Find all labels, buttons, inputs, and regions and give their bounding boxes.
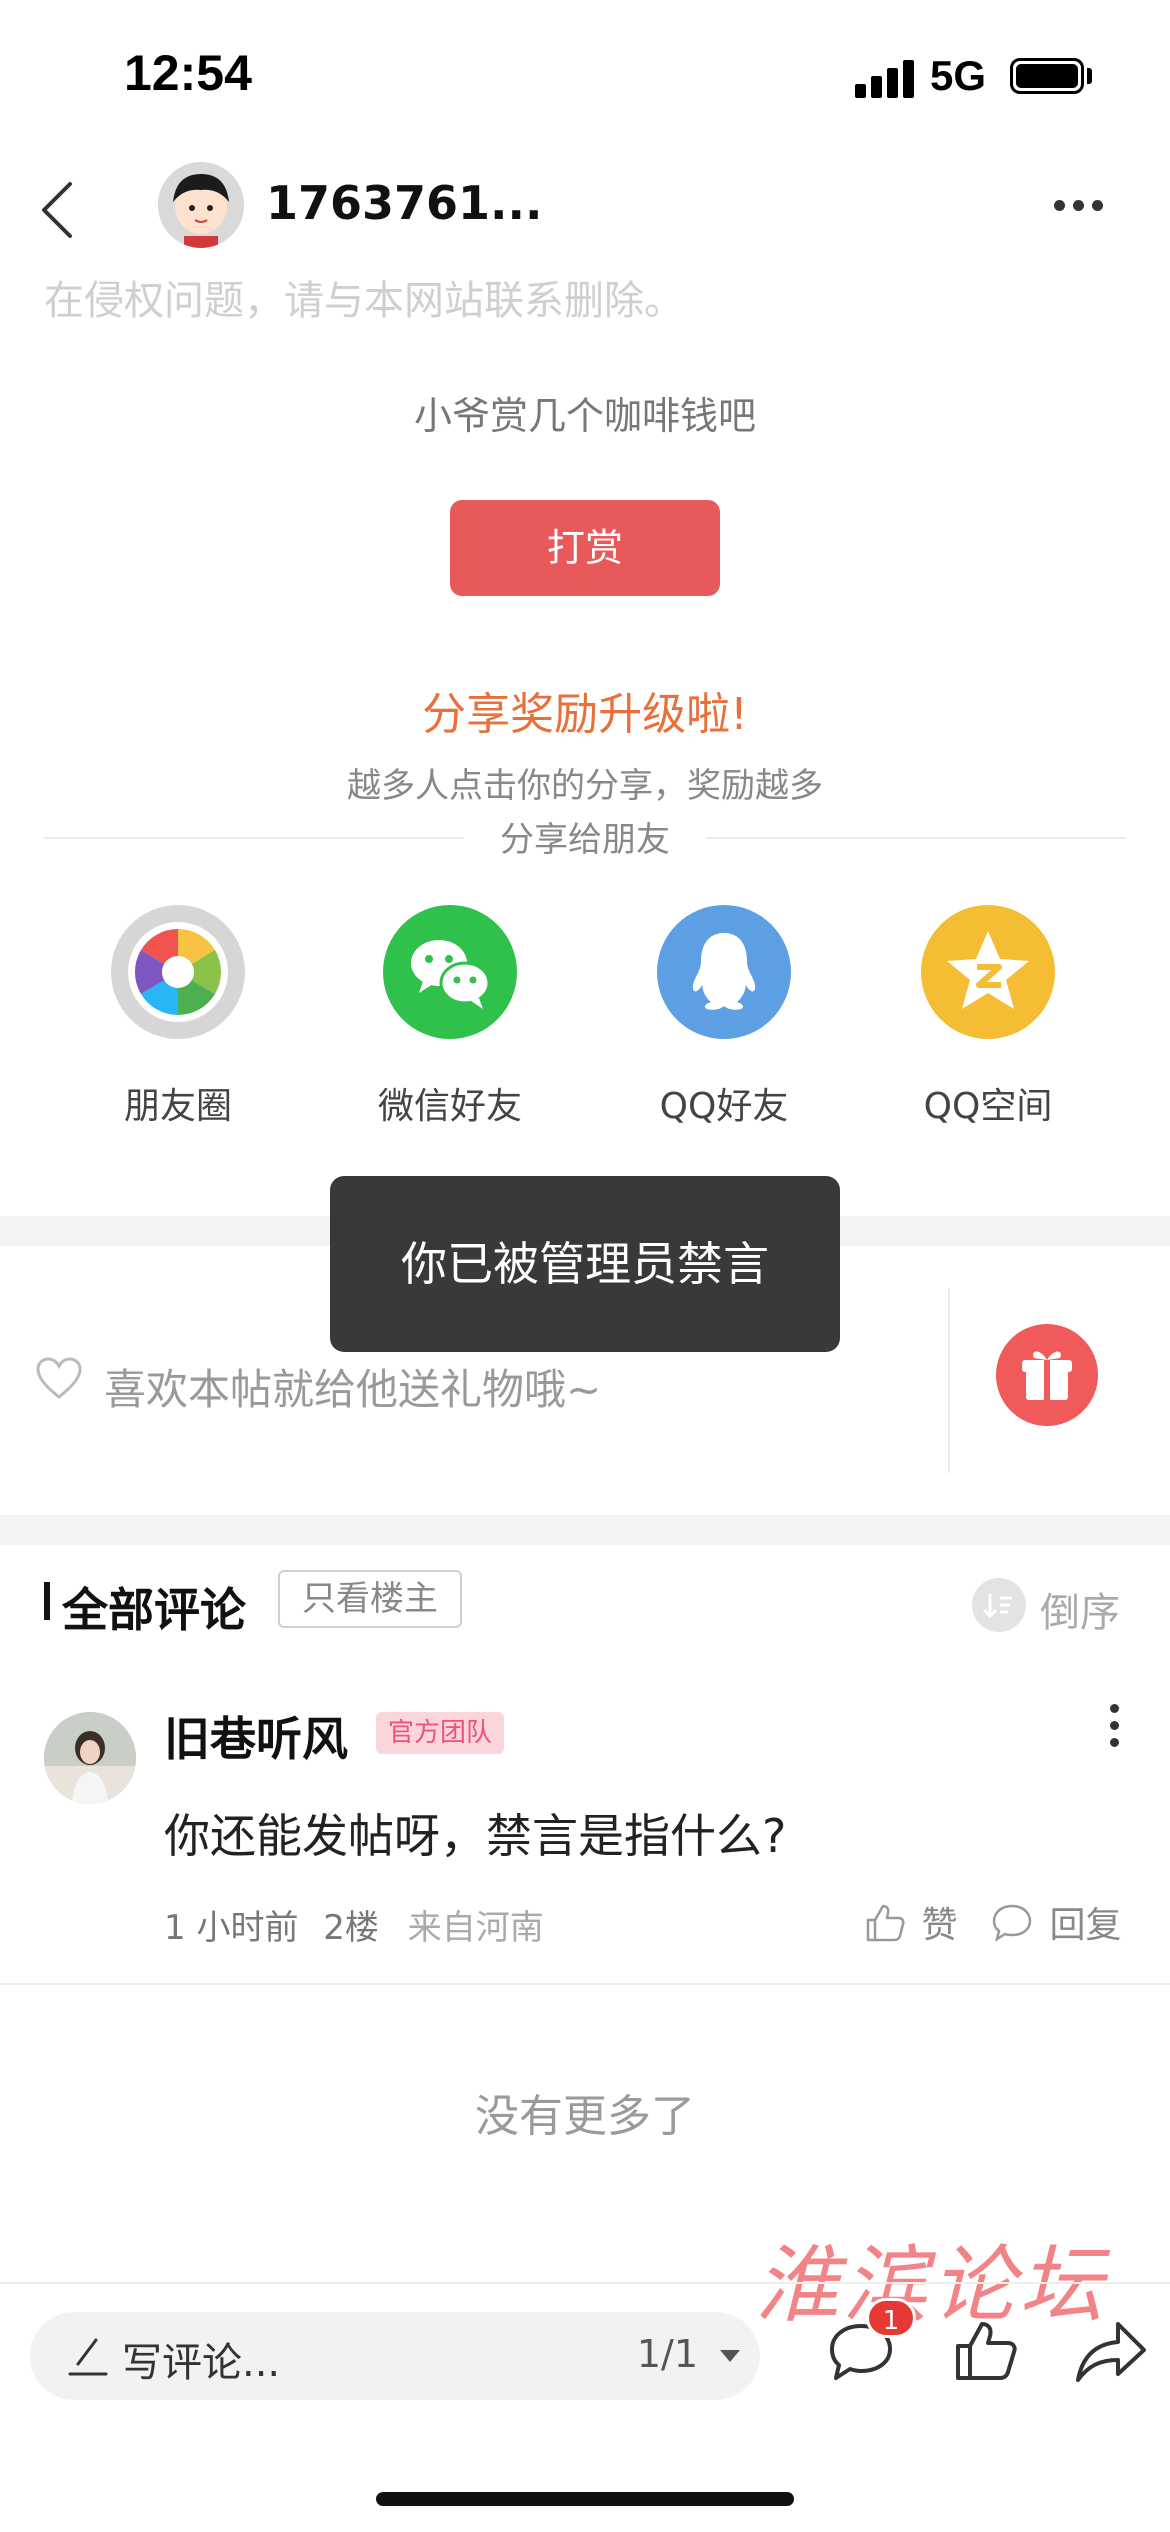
tip-prompt: 小爷赏几个咖啡钱吧 (413, 394, 756, 438)
comment-time: 1 小时前 (164, 1908, 299, 1948)
tip-button[interactable]: 打赏 (450, 500, 720, 596)
author-username[interactable]: 1763761... (266, 176, 542, 230)
moments-icon (111, 905, 245, 1039)
comment-like-label: 赞 (921, 1905, 958, 1946)
thumbs-up-icon[interactable] (950, 2316, 1020, 2386)
comments-title: 全部评论 (62, 1583, 246, 1637)
post-text-fragment: 在侵权问题，请与本网站联系删除。 (44, 278, 684, 324)
forum-watermark: 淮滨论坛 (755, 2236, 1108, 2334)
qzone-icon (921, 905, 1055, 1039)
reply-bubble-icon (992, 1904, 1032, 1942)
comment-divider (0, 1983, 1170, 1985)
status-time: 12:54 (124, 45, 252, 101)
gift-icon (1022, 1351, 1072, 1400)
commenter-avatar[interactable] (44, 1712, 136, 1804)
comment-reply-label: 回复 (1049, 1905, 1122, 1946)
gift-prompt[interactable]: 喜欢本帖就给他送礼物哦~ (104, 1356, 601, 1417)
wechat-icon (383, 905, 517, 1039)
share-qzone-label: QQ空间 (923, 1086, 1053, 1127)
commenter-name[interactable]: 旧巷听风 (164, 1703, 348, 1769)
share-wechat-label: 微信好友 (377, 1086, 522, 1127)
thumbs-up-icon (866, 1904, 905, 1942)
share-reward-title: 分享奖励升级啦! (422, 689, 748, 740)
comment-more-vertical-icon[interactable] (1110, 1704, 1120, 1748)
gift-divider (948, 1288, 950, 1473)
cartoon-avatar-icon (158, 162, 244, 248)
share-moments-label: 朋友圈 (123, 1086, 232, 1127)
back-chevron-icon[interactable] (36, 180, 80, 240)
sort-label[interactable]: 倒序 (1040, 1580, 1120, 1638)
only-op-toggle[interactable]: 只看楼主 (278, 1570, 462, 1628)
comment-reply-button[interactable]: 回复 (990, 1896, 1121, 1946)
share-qzone-button[interactable]: QQ空间 (878, 905, 1098, 1129)
comment-location: 来自河南 (407, 1908, 544, 1948)
muted-toast: 你已被管理员禁言 (330, 1176, 840, 1352)
cellular-signal-icon (855, 58, 915, 98)
share-wechat-button[interactable]: 微信好友 (340, 905, 560, 1129)
comment-text: 你还能发帖呀，禁言是指什么? (164, 1809, 787, 1863)
photo-avatar-icon (44, 1712, 136, 1804)
share-qq-label: QQ好友 (659, 1086, 789, 1127)
qq-icon (657, 905, 791, 1039)
bottom-bar-divider (0, 2282, 1170, 2284)
battery-tip (1087, 68, 1092, 84)
caret-down-icon[interactable] (720, 2350, 740, 2362)
write-comment-placeholder: 写评论... (122, 2340, 281, 2386)
battery-icon (1010, 58, 1084, 94)
comment-meta: 1 小时前 2楼 来自河南 (164, 1900, 544, 1949)
write-comment-input[interactable]: 写评论... 1/1 (30, 2312, 760, 2400)
share-reward-subtitle: 越多人点击你的分享，奖励越多 (347, 766, 823, 806)
page-indicator[interactable]: 1/1 (637, 2332, 698, 2376)
share-arrow-icon[interactable] (1074, 2318, 1148, 2384)
comment-count-badge: 1 (866, 2298, 916, 2338)
author-avatar[interactable] (158, 162, 244, 248)
no-more-label: 没有更多了 (475, 2091, 695, 2142)
comment-like-button[interactable]: 赞 (862, 1896, 957, 1946)
network-type: 5G (930, 52, 987, 99)
comment-floor: 2楼 (323, 1908, 379, 1948)
heart-outline-icon (36, 1357, 82, 1399)
section-separator (0, 1515, 1170, 1545)
sort-icon[interactable] (972, 1578, 1026, 1632)
share-moments-button[interactable]: 朋友圈 (68, 905, 288, 1129)
home-indicator (376, 2492, 794, 2506)
share-to-friends-label: 分享给朋友 (500, 820, 670, 860)
gift-button[interactable] (996, 1324, 1098, 1426)
official-team-badge: 官方团队 (376, 1712, 505, 1754)
comments-title-bar (44, 1582, 50, 1620)
more-horizontal-icon[interactable] (1054, 200, 1104, 214)
share-qq-button[interactable]: QQ好友 (614, 905, 834, 1129)
pen-icon (68, 2338, 108, 2376)
